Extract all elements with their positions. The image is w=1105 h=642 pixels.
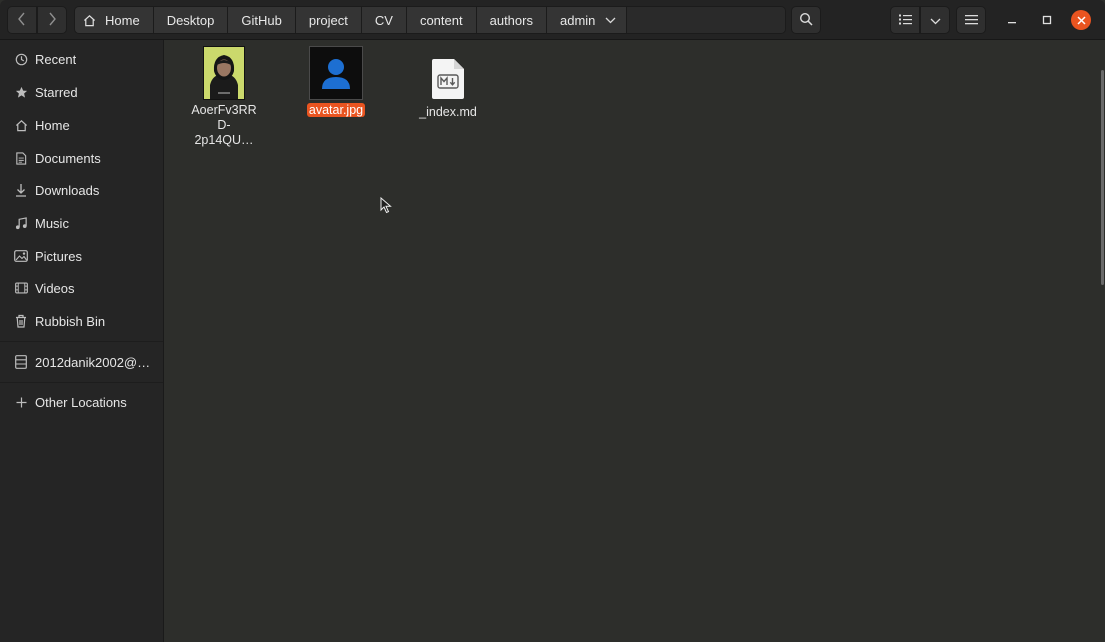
star-icon [14, 85, 28, 99]
file-name-text: _index.md [419, 105, 477, 119]
file-thumbnail-wrap [286, 46, 386, 100]
crumb-cv[interactable]: CV [361, 7, 407, 33]
avatar-thumbnail-icon [309, 46, 363, 100]
crumb-admin[interactable]: admin [546, 7, 628, 33]
sidebar-item-label: Home [35, 117, 70, 133]
sidebar-item-label: Music [35, 215, 69, 231]
maximize-icon [1042, 13, 1052, 28]
path-bar-empty-space [627, 7, 785, 33]
view-options-button[interactable] [920, 6, 950, 34]
file-thumbnail-wrap [398, 46, 498, 102]
file-name-line: D- [217, 118, 231, 132]
sidebar-item-recent[interactable]: Recent [0, 44, 163, 74]
file-manager-window: Home Desktop GitHub project CV content a… [0, 0, 1105, 642]
close-icon [1076, 13, 1086, 28]
back-button[interactable] [7, 6, 37, 34]
maximize-button[interactable] [1036, 9, 1058, 31]
crumb-label: Desktop [166, 12, 215, 28]
crumb-project[interactable]: project [295, 7, 362, 33]
network-drive-icon [14, 355, 28, 369]
sidebar-item-label: Videos [35, 280, 75, 296]
crumb-label: GitHub [241, 12, 282, 28]
file-name: avatar.jpg [286, 103, 386, 118]
file-name-line: AoerFv3RR [191, 103, 257, 117]
minimize-icon [1007, 13, 1017, 28]
crumb-home[interactable]: Home [75, 7, 154, 33]
download-icon [14, 183, 28, 197]
main-menu-button[interactable] [956, 6, 986, 34]
crumb-label: content [419, 12, 463, 28]
home-icon [83, 14, 96, 27]
crumb-label: authors [489, 12, 533, 28]
sidebar-item-documents[interactable]: Documents [0, 143, 163, 173]
chevron-right-icon [47, 12, 57, 29]
list-view-button[interactable] [890, 6, 920, 34]
file-name-line: 2p14QU… [194, 133, 254, 147]
sidebar-item-other-locations[interactable]: Other Locations [0, 387, 163, 417]
sidebar-item-starred[interactable]: Starred [0, 77, 163, 107]
sidebar-divider [0, 341, 163, 342]
chevron-down-icon [930, 13, 941, 28]
sidebar-item-pictures[interactable]: Pictures [0, 241, 163, 271]
file-name: _index.md [398, 105, 498, 120]
markdown-file-icon [430, 58, 466, 102]
sidebar-item-label: Rubbish Bin [35, 313, 106, 329]
file-thumbnail-wrap [174, 46, 274, 100]
sidebar-item-downloads[interactable]: Downloads [0, 175, 163, 205]
minimize-button[interactable] [1001, 9, 1023, 31]
sidebar-item-label: Recent [35, 51, 77, 67]
clock-icon [14, 52, 28, 66]
mouse-pointer-icon [380, 196, 392, 217]
crumb-label: project [308, 12, 348, 28]
home-icon [14, 118, 28, 132]
file-item-markdown[interactable]: _index.md [398, 46, 498, 120]
search-button[interactable] [791, 6, 821, 34]
trash-icon [14, 314, 28, 328]
sidebar-item-network-drive[interactable]: 2012danik2002@… [0, 347, 163, 377]
photo-thumbnail-icon [203, 46, 245, 100]
forward-button[interactable] [37, 6, 67, 34]
sidebar-item-label: Documents [35, 150, 101, 166]
sidebar-item-rubbish-bin[interactable]: Rubbish Bin [0, 306, 163, 336]
sidebar-divider [0, 382, 163, 383]
chevron-left-icon [17, 12, 27, 29]
music-icon [14, 216, 28, 230]
scrollbar-thumb[interactable] [1101, 70, 1104, 285]
close-button[interactable] [1071, 10, 1091, 30]
plus-icon [14, 395, 28, 409]
crumb-desktop[interactable]: Desktop [153, 7, 229, 33]
file-item-avatar[interactable]: avatar.jpg [286, 46, 386, 118]
file-name: AoerFv3RR D- 2p14QU… [174, 103, 274, 148]
header-bar: Home Desktop GitHub project CV content a… [0, 0, 1105, 40]
crumb-label: admin [559, 12, 596, 28]
file-view[interactable]: AoerFv3RR D- 2p14QU… avatar.jpg _index.m… [165, 40, 1100, 642]
sidebar-item-videos[interactable]: Videos [0, 273, 163, 303]
video-icon [14, 281, 28, 295]
sidebar-item-label: Pictures [35, 248, 82, 264]
crumb-content[interactable]: content [406, 7, 477, 33]
chevron-down-icon [605, 17, 616, 24]
list-view-icon [898, 13, 912, 28]
crumb-label: CV [374, 12, 393, 28]
search-icon [799, 12, 813, 29]
sidebar-item-label: Downloads [35, 182, 100, 198]
sidebar-item-label: 2012danik2002@… [35, 354, 151, 370]
sidebar-item-home[interactable]: Home [0, 110, 163, 140]
hamburger-menu-icon [964, 13, 978, 28]
crumb-label: Home [105, 12, 140, 28]
sidebar-item-label: Starred [35, 84, 78, 100]
file-item-photo[interactable]: AoerFv3RR D- 2p14QU… [174, 46, 274, 148]
crumb-github[interactable]: GitHub [228, 7, 296, 33]
path-bar: Home Desktop GitHub project CV content a… [74, 6, 786, 34]
file-name-text: avatar.jpg [306, 103, 366, 117]
places-sidebar: Recent Starred Home Documents Downloads [0, 40, 164, 642]
sidebar-item-label: Other Locations [35, 394, 127, 410]
crumb-authors[interactable]: authors [476, 7, 547, 33]
picture-icon [14, 249, 28, 263]
sidebar-item-music[interactable]: Music [0, 208, 163, 238]
document-icon [14, 151, 28, 165]
